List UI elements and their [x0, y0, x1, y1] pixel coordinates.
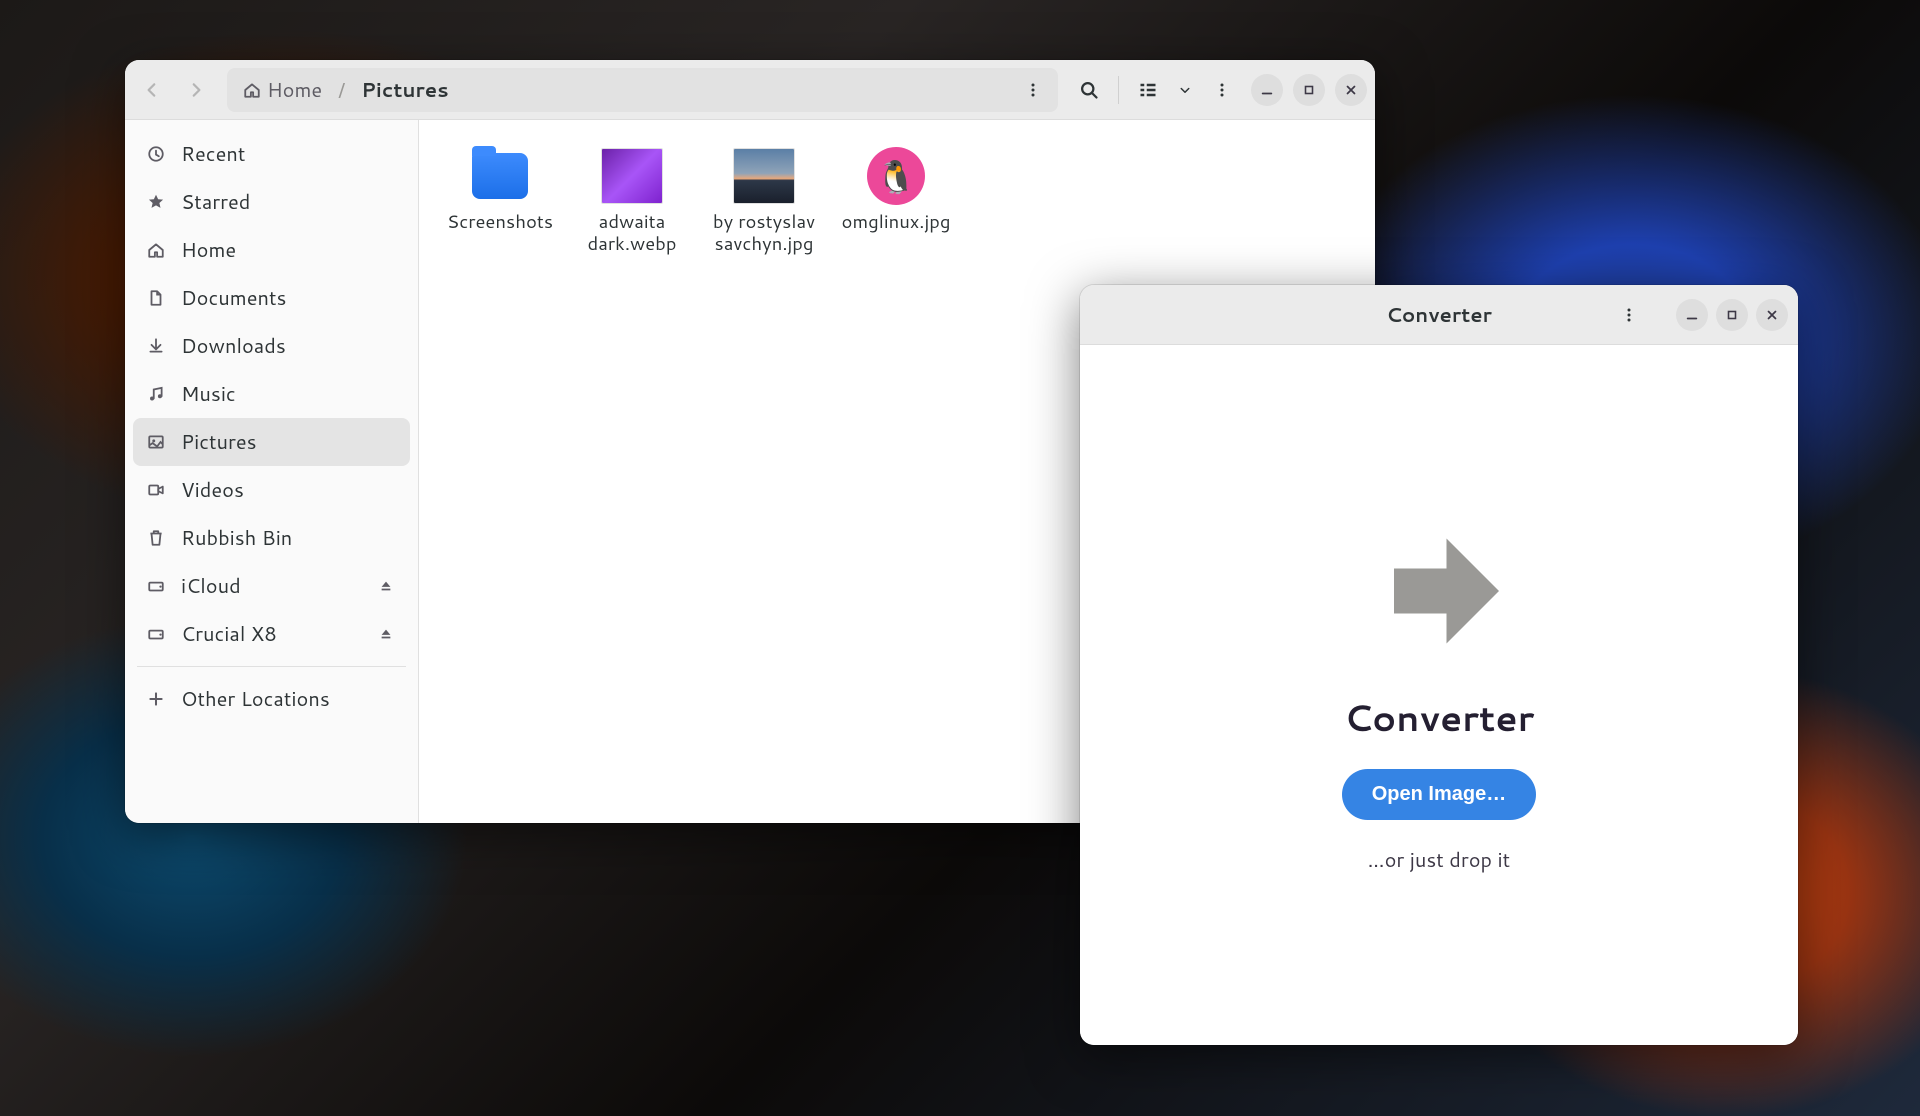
converter-window: Converter Converter Open Image… …or just… — [1080, 285, 1798, 1045]
video-icon — [145, 479, 167, 501]
image-thumbnail — [601, 148, 663, 204]
converter-heading: Converter — [1344, 692, 1535, 743]
file-label: Screenshots — [447, 210, 553, 232]
breadcrumb: Home / Pictures — [227, 68, 1058, 112]
sidebar-item-other-locations[interactable]: Other Locations — [133, 675, 410, 723]
hamburger-menu-button[interactable] — [1203, 71, 1241, 109]
sidebar-item-trash[interactable]: Rubbish Bin — [133, 514, 410, 562]
files-headerbar: Home / Pictures — [125, 60, 1375, 120]
list-icon — [1138, 80, 1158, 100]
sidebar-item-label: Videos — [181, 476, 244, 504]
minimize-button[interactable] — [1251, 74, 1283, 106]
sidebar-separator — [137, 666, 406, 667]
eject-button[interactable] — [374, 622, 398, 646]
home-icon — [243, 81, 261, 99]
divider — [1118, 76, 1119, 104]
star-icon — [145, 191, 167, 213]
sidebar: Recent Starred Home Documents Downloads … — [125, 120, 419, 823]
minimize-button[interactable] — [1676, 299, 1708, 331]
sidebar-item-label: Downloads — [181, 332, 286, 360]
sidebar-item-label: Starred — [181, 188, 250, 216]
converter-headerbar: Converter — [1080, 285, 1798, 345]
breadcrumb-current[interactable]: Pictures — [351, 70, 458, 110]
sidebar-item-crucial[interactable]: Crucial X8 — [133, 610, 410, 658]
breadcrumb-home[interactable]: Home — [233, 70, 332, 110]
breadcrumb-separator: / — [336, 76, 347, 104]
sidebar-item-label: Rubbish Bin — [181, 524, 292, 552]
eject-icon — [379, 579, 393, 593]
vertical-dots-icon — [1025, 82, 1041, 98]
close-icon — [1765, 308, 1779, 322]
maximize-icon — [1725, 308, 1739, 322]
trash-icon — [145, 527, 167, 549]
image-thumbnail — [733, 148, 795, 204]
sidebar-item-music[interactable]: Music — [133, 370, 410, 418]
converter-body[interactable]: Converter Open Image… …or just drop it — [1080, 345, 1798, 1045]
close-button[interactable] — [1756, 299, 1788, 331]
arrow-right-large-icon — [1364, 516, 1514, 666]
sidebar-item-videos[interactable]: Videos — [133, 466, 410, 514]
image-thumbnail: 🐧 — [867, 147, 925, 205]
sidebar-item-icloud[interactable]: iCloud — [133, 562, 410, 610]
vertical-dots-icon — [1214, 82, 1230, 98]
sidebar-item-home[interactable]: Home — [133, 226, 410, 274]
search-icon — [1079, 80, 1099, 100]
forward-button[interactable] — [177, 71, 215, 109]
file-label: by rostyslav savchyn.jpg — [705, 210, 823, 254]
file-item-folder[interactable]: Screenshots — [437, 144, 563, 258]
plus-icon — [145, 688, 167, 710]
maximize-icon — [1302, 83, 1316, 97]
folder-icon — [472, 153, 528, 199]
minimize-icon — [1260, 83, 1274, 97]
sidebar-item-label: Home — [181, 236, 236, 264]
sidebar-item-label: Crucial X8 — [181, 620, 277, 648]
home-icon — [145, 239, 167, 261]
breadcrumb-home-label: Home — [267, 76, 322, 104]
sidebar-item-documents[interactable]: Documents — [133, 274, 410, 322]
arrow-left-icon — [143, 81, 161, 99]
minimize-icon — [1685, 308, 1699, 322]
converter-title: Converter — [1386, 301, 1492, 329]
sidebar-item-label: Other Locations — [181, 685, 330, 713]
maximize-button[interactable] — [1716, 299, 1748, 331]
chevron-down-icon — [1179, 84, 1191, 96]
view-list-button[interactable] — [1129, 71, 1167, 109]
clock-icon — [145, 143, 167, 165]
document-icon — [145, 287, 167, 309]
maximize-button[interactable] — [1293, 74, 1325, 106]
arrow-right-icon — [187, 81, 205, 99]
view-dropdown-button[interactable] — [1173, 71, 1197, 109]
close-icon — [1344, 83, 1358, 97]
eject-icon — [379, 627, 393, 641]
close-button[interactable] — [1335, 74, 1367, 106]
search-button[interactable] — [1070, 71, 1108, 109]
vertical-dots-icon — [1621, 307, 1637, 323]
converter-menu-button[interactable] — [1610, 296, 1648, 334]
drive-icon — [145, 575, 167, 597]
path-menu-button[interactable] — [1014, 71, 1052, 109]
pictures-icon — [145, 431, 167, 453]
sidebar-item-starred[interactable]: Starred — [133, 178, 410, 226]
sidebar-item-label: iCloud — [181, 572, 241, 600]
file-item-image[interactable]: 🐧 omglinux.jpg — [833, 144, 959, 258]
sidebar-item-recent[interactable]: Recent — [133, 130, 410, 178]
sidebar-item-label: Recent — [181, 140, 245, 168]
breadcrumb-current-label: Pictures — [361, 76, 448, 104]
drive-icon — [145, 623, 167, 645]
sidebar-item-pictures[interactable]: Pictures — [133, 418, 410, 466]
file-item-image[interactable]: by rostyslav savchyn.jpg — [701, 144, 827, 258]
sidebar-item-label: Music — [181, 380, 236, 408]
file-item-image[interactable]: adwaita dark.webp — [569, 144, 695, 258]
sidebar-item-label: Documents — [181, 284, 286, 312]
back-button[interactable] — [133, 71, 171, 109]
download-icon — [145, 335, 167, 357]
sidebar-item-downloads[interactable]: Downloads — [133, 322, 410, 370]
eject-button[interactable] — [374, 574, 398, 598]
music-icon — [145, 383, 167, 405]
file-label: adwaita dark.webp — [573, 210, 691, 254]
open-image-button[interactable]: Open Image… — [1342, 769, 1536, 820]
sidebar-item-label: Pictures — [181, 428, 257, 456]
file-label: omglinux.jpg — [842, 210, 951, 232]
drop-hint: …or just drop it — [1368, 846, 1510, 874]
